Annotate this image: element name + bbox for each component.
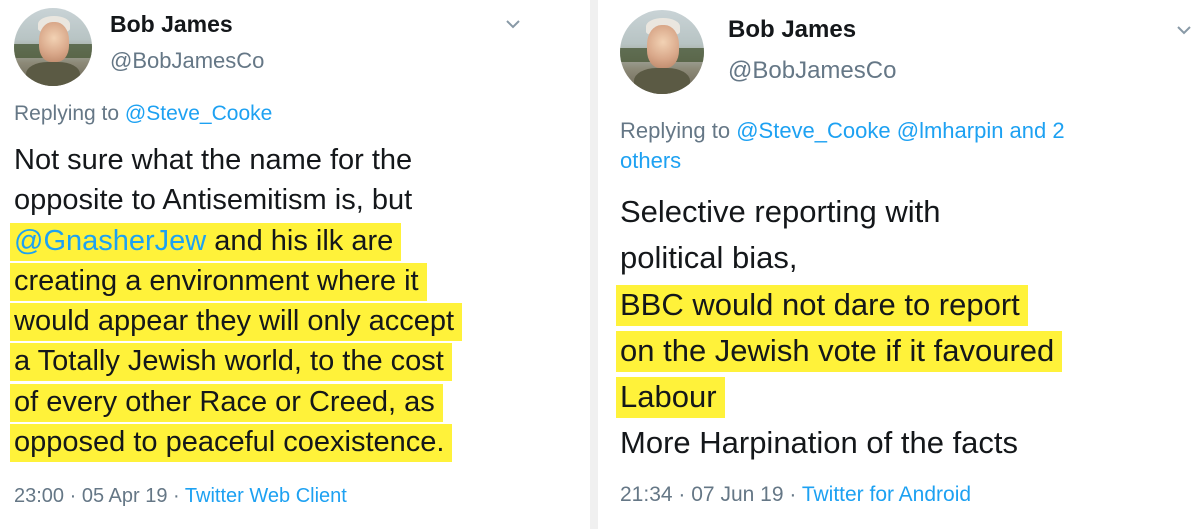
tweet-line: BBC would not dare to report: [616, 284, 1028, 326]
tweet-date[interactable]: 05 Apr 19: [82, 485, 168, 507]
display-name[interactable]: Bob James: [110, 11, 233, 38]
avatar[interactable]: [620, 10, 704, 94]
chevron-down-icon[interactable]: [1176, 22, 1192, 38]
tweet-line: political bias,: [620, 240, 798, 276]
meta-separator: ·: [69, 485, 77, 507]
tweet-line: on the Jewish vote if it favoured: [616, 330, 1063, 372]
tweet-date[interactable]: 07 Jun 19: [691, 483, 783, 506]
tweet-text: Not sure what the name for the opposite …: [10, 140, 463, 463]
meta-separator: ·: [789, 483, 797, 506]
tweet-time[interactable]: 23:00: [14, 485, 64, 507]
panel-divider: [590, 0, 598, 529]
tweet-time[interactable]: 21:34: [620, 483, 673, 506]
tweet-line: and his ilk are: [206, 224, 394, 257]
tweet-meta: 21:34 · 07 Jun 19 · Twitter for Android: [620, 483, 971, 507]
tweet-line: opposite to Antisemitism is, but: [14, 184, 413, 217]
tweet-line: More Harpination of the facts: [620, 425, 1019, 461]
replying-to: Replying to @Steve_Cooke @lmharpin and 2…: [620, 116, 1065, 176]
tweet-meta: 23:00 · 05 Apr 19 · Twitter Web Client: [14, 485, 347, 508]
tweet-client[interactable]: Twitter Web Client: [185, 485, 347, 507]
tweet-text: Selective reporting with political bias,…: [616, 189, 1063, 467]
reply-mention-link[interactable]: @Steve_Cooke @lmharpin and 2: [736, 118, 1064, 143]
tweet-line: Selective reporting with: [620, 194, 941, 229]
tweet-line: Not sure what the name for the: [14, 144, 413, 176]
replying-prefix: Replying to: [14, 102, 120, 125]
meta-separator: ·: [678, 483, 686, 506]
user-handle[interactable]: @BobJamesCo: [110, 48, 264, 74]
tweet-line: Labour: [616, 377, 725, 419]
tweet-line: would appear they will only accept: [10, 303, 463, 342]
tweet-line: opposed to peaceful coexistence.: [10, 424, 453, 463]
tweet-card-right: Bob James @BobJamesCo Replying to @Steve…: [600, 0, 1200, 529]
replying-prefix: Replying to: [620, 118, 731, 143]
user-handle[interactable]: @BobJamesCo: [728, 57, 896, 85]
display-name[interactable]: Bob James: [728, 16, 856, 44]
tweet-line: creating a environment where it: [10, 262, 427, 301]
chevron-down-icon[interactable]: [505, 16, 521, 32]
avatar[interactable]: [14, 8, 92, 86]
reply-others-link[interactable]: others: [620, 146, 1065, 176]
tweet-card-left: Bob James @BobJamesCo Replying to @Steve…: [0, 0, 588, 529]
mention-link[interactable]: @GnasherJew: [14, 225, 206, 257]
tweet-line: a Totally Jewish world, to the cost: [10, 343, 452, 382]
reply-mention-link[interactable]: @Steve_Cooke: [125, 102, 272, 125]
tweet-client[interactable]: Twitter for Android: [802, 483, 971, 506]
tweet-line: of every other Race or Creed, as: [10, 383, 443, 422]
replying-to: Replying to @Steve_Cooke: [14, 102, 272, 126]
meta-separator: ·: [173, 485, 180, 507]
